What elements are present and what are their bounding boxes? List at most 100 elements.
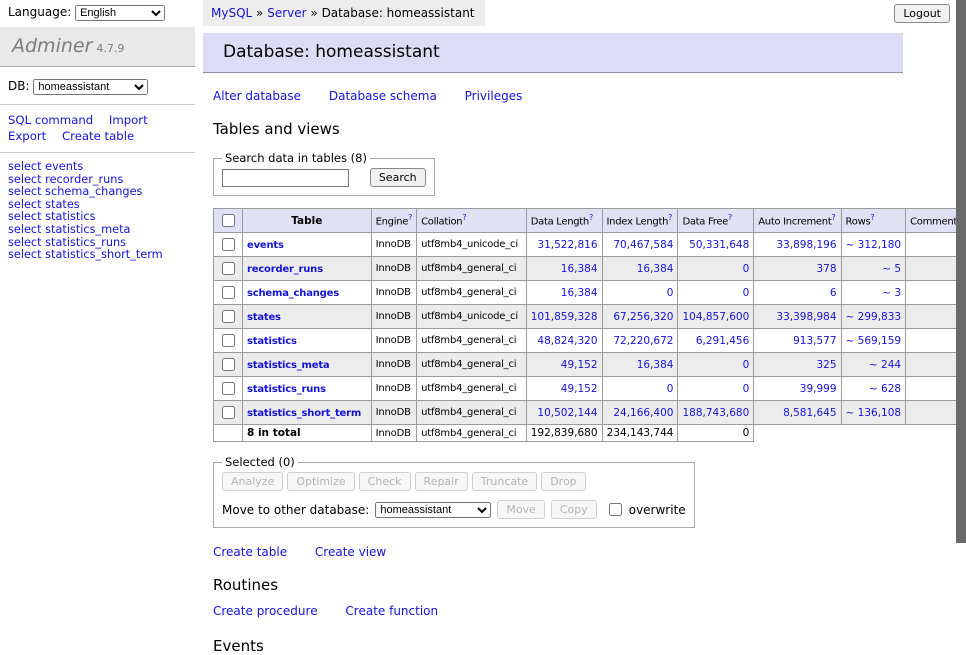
row-checkbox-cell [214, 305, 243, 329]
auto-increment-link[interactable]: 325 [817, 359, 837, 371]
data-free-link[interactable]: 188,743,680 [682, 407, 749, 419]
database-schema-link[interactable]: Database schema [329, 89, 437, 103]
table-name-link[interactable]: statistics_meta [247, 360, 329, 371]
bulk-action-button[interactable]: Optimize [287, 472, 354, 491]
rows-link[interactable]: ~ 299,833 [846, 311, 902, 323]
row-checkbox[interactable] [222, 334, 235, 347]
total-label: 8 in total [243, 425, 372, 442]
row-checkbox[interactable] [222, 286, 235, 299]
language-select[interactable]: English [75, 5, 165, 21]
row-checkbox[interactable] [222, 238, 235, 251]
rows-link[interactable]: ~ 3 [882, 287, 901, 299]
sql-command-link[interactable]: SQL command [8, 113, 93, 127]
import-link[interactable]: Import [109, 113, 148, 127]
rows-link[interactable]: ~ 5 [882, 263, 901, 275]
table-name-link[interactable]: recorder_runs [247, 264, 323, 275]
index-length-link[interactable]: 0 [667, 383, 674, 395]
data-length-link[interactable]: 31,522,816 [537, 239, 597, 251]
help-link[interactable]: ? [668, 213, 672, 222]
data-free-link[interactable]: 50,331,648 [689, 239, 749, 251]
table-name-link[interactable]: statistics_short_term [247, 408, 361, 419]
index-length-link[interactable]: 0 [667, 287, 674, 299]
data-free-link[interactable]: 0 [743, 263, 750, 275]
help-link[interactable]: ? [870, 213, 874, 222]
row-checkbox[interactable] [222, 382, 235, 395]
index-length-link[interactable]: 70,467,584 [613, 239, 673, 251]
logout-button[interactable]: Logout [894, 4, 950, 23]
bulk-action-button[interactable]: Repair [415, 472, 468, 491]
data-length-link[interactable]: 101,859,328 [531, 311, 598, 323]
bulk-action-button[interactable]: Truncate [472, 472, 537, 491]
index-length-link[interactable]: 24,166,400 [613, 407, 673, 419]
data-free-link[interactable]: 6,291,456 [696, 335, 749, 347]
data-free-link[interactable]: 0 [743, 359, 750, 371]
create-table-link[interactable]: Create table [62, 129, 134, 143]
auto-increment-link[interactable]: 378 [817, 263, 837, 275]
rows-link[interactable]: ~ 136,108 [846, 407, 902, 419]
table-name-link[interactable]: statistics_runs [247, 384, 326, 395]
scrollbar[interactable] [956, 0, 966, 543]
move-db-select[interactable]: homeassistant [375, 502, 491, 518]
index-length-link[interactable]: 67,256,320 [613, 311, 673, 323]
table-name-link[interactable]: schema_changes [247, 288, 339, 299]
help-link[interactable]: ? [589, 213, 593, 222]
breadcrumb-mysql-link[interactable]: MySQL [211, 6, 252, 20]
row-checkbox[interactable] [222, 406, 235, 419]
data-free-link[interactable]: 104,857,600 [682, 311, 749, 323]
row-checkbox[interactable] [222, 358, 235, 371]
export-link[interactable]: Export [8, 129, 46, 143]
help-link[interactable]: ? [408, 213, 412, 222]
bulk-action-button[interactable]: Analyze [222, 472, 283, 491]
data-length-link[interactable]: 10,502,144 [537, 407, 597, 419]
data-length-link[interactable]: 49,152 [561, 383, 598, 395]
search-button[interactable]: Search [370, 168, 426, 187]
data-length-link[interactable]: 16,384 [561, 263, 598, 275]
create-view-link[interactable]: Create view [315, 545, 386, 559]
rows-link[interactable]: ~ 628 [869, 383, 901, 395]
data-length-link[interactable]: 49,152 [561, 359, 598, 371]
row-checkbox[interactable] [222, 262, 235, 275]
rows-link[interactable]: ~ 244 [869, 359, 901, 371]
auto-increment-link[interactable]: 8,581,645 [783, 407, 836, 419]
db-select[interactable]: homeassistant [33, 79, 148, 95]
search-input[interactable] [222, 169, 349, 187]
row-checkbox[interactable] [222, 310, 235, 323]
column-header-table[interactable]: Table [243, 209, 372, 233]
help-link[interactable]: ? [728, 213, 732, 222]
create-procedure-link[interactable]: Create procedure [213, 604, 318, 618]
select-all-checkbox[interactable] [222, 214, 235, 227]
data-length-link[interactable]: 16,384 [561, 287, 598, 299]
rows-link[interactable]: ~ 569,159 [846, 335, 902, 347]
auto-increment-link[interactable]: 33,398,984 [776, 311, 836, 323]
auto-increment-link[interactable]: 6 [830, 287, 837, 299]
bulk-action-button[interactable]: Check [359, 472, 411, 491]
help-link[interactable]: ? [831, 213, 835, 222]
help-link[interactable]: ? [462, 213, 466, 222]
auto-increment-link[interactable]: 39,999 [800, 383, 837, 395]
bulk-action-button[interactable]: Drop [541, 472, 585, 491]
index-length-link[interactable]: 72,220,672 [613, 335, 673, 347]
rows-link[interactable]: ~ 312,180 [846, 239, 902, 251]
table-name-link[interactable]: statistics [247, 336, 297, 347]
sidebar-select-link[interactable]: select statistics_short_term [8, 249, 187, 262]
index-length-link[interactable]: 16,384 [637, 359, 674, 371]
privileges-link[interactable]: Privileges [465, 89, 523, 103]
alter-database-link[interactable]: Alter database [213, 89, 301, 103]
table-name-link[interactable]: events [247, 240, 284, 251]
breadcrumb-server-link[interactable]: Server [267, 6, 306, 20]
auto-increment-link[interactable]: 913,577 [793, 335, 836, 347]
copy-button[interactable]: Copy [551, 500, 597, 519]
move-button[interactable]: Move [497, 500, 545, 519]
engine-cell: InnoDB [371, 377, 416, 401]
data-length-link[interactable]: 48,824,320 [537, 335, 597, 347]
column-header: Rows? [841, 209, 906, 233]
create-function-link[interactable]: Create function [345, 604, 438, 618]
data-free-link[interactable]: 0 [743, 383, 750, 395]
table-name-link[interactable]: states [247, 312, 281, 323]
auto-increment-link[interactable]: 33,898,196 [776, 239, 836, 251]
index-length-link[interactable]: 16,384 [637, 263, 674, 275]
create-table-bottom-link[interactable]: Create table [213, 545, 287, 559]
rows-cell: ~ 244 [841, 353, 906, 377]
data-free-link[interactable]: 0 [743, 287, 750, 299]
overwrite-checkbox[interactable] [609, 503, 622, 516]
